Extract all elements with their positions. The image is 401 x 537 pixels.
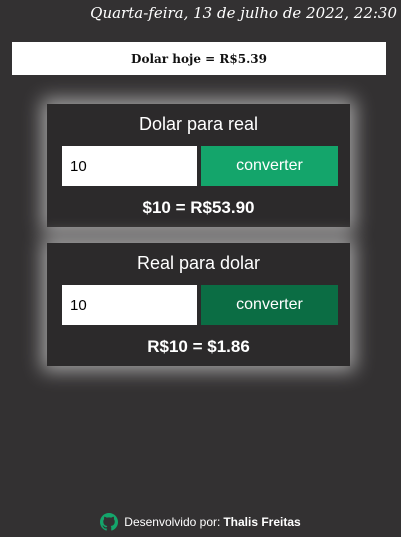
usd-to-brl-card: Dolar para real converter $10 = R$53.90 (47, 104, 350, 227)
footer: Desenvolvido por: Thalis Freitas (0, 513, 401, 531)
brl-amount-input[interactable] (62, 285, 197, 325)
footer-author-link[interactable]: Thalis Freitas (223, 515, 300, 529)
dollar-rate-banner: Dolar hoje = R$5.39 (12, 42, 386, 75)
brl-to-usd-result: R$10 = $1.86 (147, 337, 250, 356)
footer-label: Desenvolvido por: (124, 515, 221, 529)
current-date: Quarta-feira, 13 de julho de 2022, 22:30 (90, 4, 397, 22)
usd-to-brl-title: Dolar para real (138, 114, 259, 134)
github-icon[interactable] (100, 513, 119, 531)
brl-convert-button[interactable]: converter (201, 285, 338, 325)
usd-to-brl-result: $10 = R$53.90 (142, 198, 255, 217)
dollar-rate-text: Dolar hoje = R$5.39 (131, 51, 267, 66)
brl-to-usd-card: Real para dolar converter R$10 = $1.86 (47, 243, 350, 366)
brl-to-usd-title: Real para dolar (136, 253, 261, 273)
usd-amount-input[interactable] (62, 146, 197, 186)
usd-convert-button[interactable]: converter (201, 146, 338, 186)
